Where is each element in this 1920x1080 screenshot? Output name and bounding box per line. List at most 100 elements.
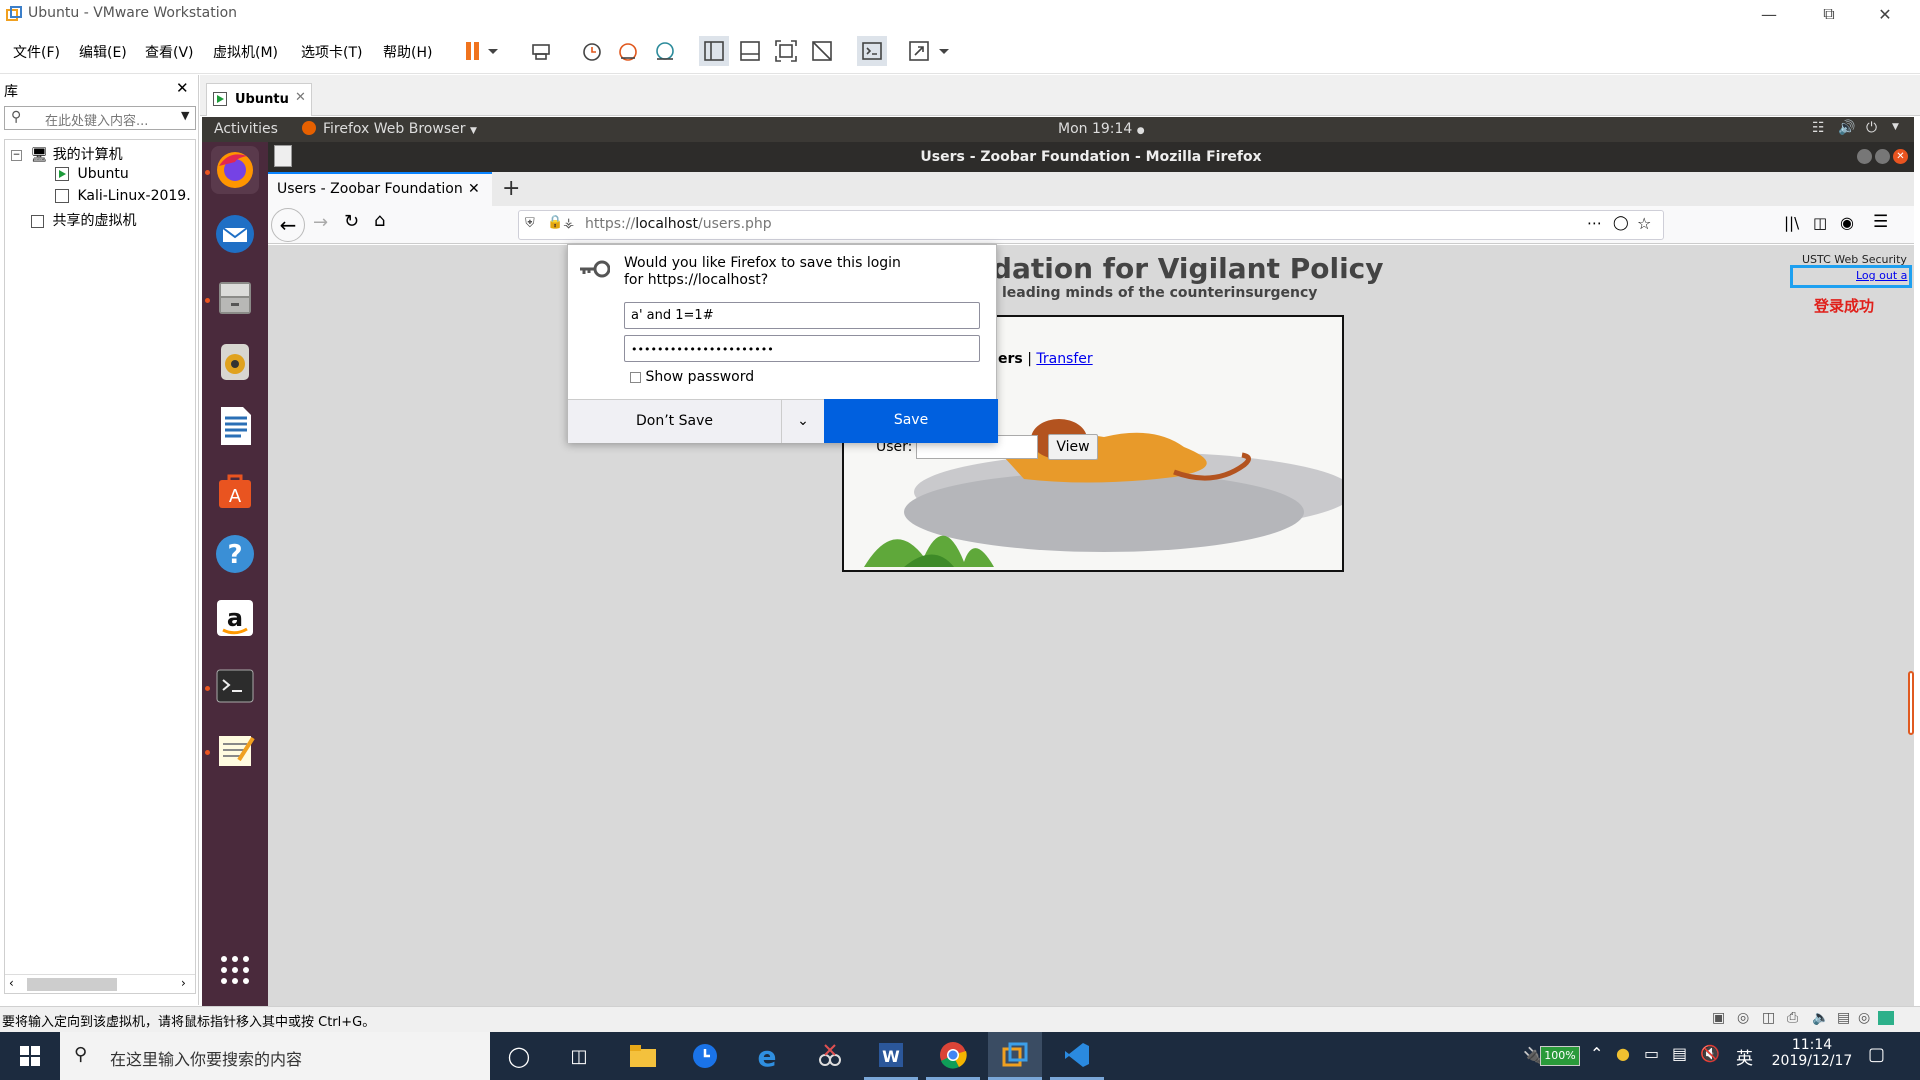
- reload-icon[interactable]: ↻: [344, 211, 359, 232]
- dont-save-button[interactable]: Don’t Save: [568, 399, 781, 443]
- library-view-icon[interactable]: [699, 36, 729, 66]
- nav-users-link[interactable]: ers: [998, 351, 1023, 367]
- page-scroll-indicator[interactable]: [1908, 671, 1914, 735]
- volume-icon[interactable]: 🔊: [1838, 120, 1855, 136]
- clock-app-icon[interactable]: [678, 1032, 732, 1080]
- usb-icon[interactable]: ◎: [1858, 1010, 1870, 1026]
- power-icon[interactable]: ⏻: [1866, 120, 1877, 136]
- writer-icon[interactable]: [211, 402, 259, 450]
- terminal-icon[interactable]: [211, 662, 259, 710]
- snipping-tool-icon[interactable]: [802, 1032, 856, 1080]
- sound-card-icon[interactable]: 🔈: [1812, 1010, 1829, 1026]
- tab-close-icon[interactable]: ✕: [468, 181, 480, 197]
- tab-ubuntu[interactable]: Ubuntu ✕: [206, 83, 312, 116]
- dropdown-arrow-icon[interactable]: ▼: [181, 109, 189, 122]
- fullscreen-icon[interactable]: [771, 36, 801, 66]
- collapse-icon[interactable]: −: [11, 149, 22, 161]
- view-button[interactable]: View: [1048, 434, 1098, 460]
- forward-icon[interactable]: →: [313, 212, 328, 233]
- scroll-left-icon[interactable]: ‹: [9, 976, 14, 990]
- stretch-guest-icon[interactable]: [905, 36, 955, 66]
- back-icon[interactable]: ←: [271, 208, 305, 242]
- hdd-icon[interactable]: ▣: [1712, 1010, 1725, 1026]
- save-button[interactable]: Save: [824, 399, 998, 443]
- lock-icon[interactable]: 🔒: [547, 215, 563, 230]
- show-password-checkbox[interactable]: [630, 371, 641, 383]
- system-menu-arrow-icon[interactable]: ▼: [1892, 122, 1899, 132]
- vmware-taskbar-icon[interactable]: [988, 1032, 1042, 1080]
- sidebar-icon[interactable]: ◫: [1813, 214, 1827, 232]
- ime-indicator[interactable]: 英: [1736, 1044, 1753, 1069]
- send-ctrl-alt-del-icon[interactable]: [526, 36, 556, 66]
- app-menu[interactable]: Firefox Web Browser ▼: [323, 121, 477, 137]
- tab-close-icon[interactable]: ✕: [295, 90, 306, 105]
- bookmark-star-icon[interactable]: ☆: [1637, 214, 1651, 233]
- text-editor-icon[interactable]: [211, 726, 259, 774]
- firefox-icon[interactable]: [211, 146, 259, 194]
- nav-transfer-link[interactable]: Transfer: [1036, 351, 1092, 367]
- url-text[interactable]: https://localhost/users.php: [585, 216, 772, 232]
- tree-item-kali[interactable]: Kali-Linux-2019.: [55, 188, 191, 204]
- menu-file[interactable]: 文件(F): [13, 42, 60, 62]
- printer-icon[interactable]: ⎙: [1787, 1010, 1798, 1026]
- word-icon[interactable]: W: [864, 1032, 918, 1080]
- unity-mode-icon[interactable]: [807, 36, 837, 66]
- snapshot-icon[interactable]: [576, 36, 606, 66]
- menu-help[interactable]: 帮助(H): [383, 42, 432, 62]
- horizontal-scrollbar[interactable]: ‹ ›: [5, 974, 195, 993]
- thumbnail-view-icon[interactable]: [735, 36, 765, 66]
- hamburger-menu-icon[interactable]: ☰: [1873, 212, 1888, 232]
- snapshot-manager-icon[interactable]: [650, 36, 680, 66]
- thunderbird-icon[interactable]: [211, 210, 259, 258]
- more-options-chevron-icon[interactable]: ⌄: [781, 399, 824, 443]
- network-tray-icon[interactable]: ▤: [1672, 1044, 1687, 1063]
- page-actions-icon[interactable]: ⋯: [1587, 214, 1602, 232]
- rhythmbox-icon[interactable]: [211, 338, 259, 386]
- vscode-icon[interactable]: [1050, 1032, 1104, 1080]
- scroll-thumb[interactable]: [27, 978, 117, 991]
- ff-minimize-icon[interactable]: [1857, 149, 1872, 164]
- restore-icon[interactable]: ⧉: [1806, 0, 1852, 28]
- battery-tray-icon[interactable]: ▭: [1644, 1044, 1659, 1063]
- display-icon[interactable]: ▤: [1837, 1010, 1850, 1026]
- logout-link[interactable]: Log out a: [1856, 269, 1907, 282]
- ff-close-icon[interactable]: ✕: [1893, 149, 1908, 164]
- battery-indicator[interactable]: 100%: [1540, 1046, 1580, 1066]
- task-view-icon[interactable]: ◫: [552, 1032, 606, 1080]
- activities-button[interactable]: Activities: [214, 121, 278, 137]
- clock[interactable]: Mon 19:14 ●: [1058, 121, 1145, 137]
- revert-snapshot-icon[interactable]: [613, 36, 643, 66]
- scroll-right-icon[interactable]: ›: [181, 976, 186, 990]
- menu-edit[interactable]: 编辑(E): [79, 42, 127, 62]
- action-center-icon[interactable]: ▢: [1868, 1044, 1885, 1065]
- menu-view[interactable]: 查看(V): [145, 42, 194, 62]
- close-icon[interactable]: ✕: [1862, 0, 1908, 28]
- cortana-icon[interactable]: ◯: [492, 1032, 546, 1080]
- tab-users-zoobar[interactable]: Users - Zoobar Foundation ✕: [268, 172, 492, 206]
- show-password-toggle[interactable]: Show password: [630, 369, 754, 385]
- taskbar-clock[interactable]: 11:14 2019/12/17: [1762, 1037, 1862, 1069]
- volume-tray-icon[interactable]: 🔇: [1700, 1044, 1720, 1063]
- pocket-icon[interactable]: ◯: [1613, 215, 1629, 231]
- tray-app-icon[interactable]: ●: [1616, 1044, 1630, 1063]
- tracking-shield-icon[interactable]: ⛨: [525, 216, 535, 231]
- menu-vm[interactable]: 虚拟机(M): [213, 42, 278, 62]
- save-username-field[interactable]: a' and 1=1#: [624, 302, 980, 329]
- tree-item-ubuntu[interactable]: Ubuntu: [55, 166, 129, 182]
- files-icon[interactable]: [211, 274, 259, 322]
- amazon-icon[interactable]: a: [211, 594, 259, 642]
- chrome-icon[interactable]: [926, 1032, 980, 1080]
- console-view-icon[interactable]: [857, 36, 887, 66]
- account-icon[interactable]: ◉: [1840, 213, 1854, 232]
- pause-icon[interactable]: [460, 36, 504, 66]
- url-bar[interactable]: ⛨ 🔒 ⚶ https://localhost/users.php ⋯ ◯ ☆: [518, 210, 1664, 240]
- library-close-icon[interactable]: ✕: [176, 79, 189, 97]
- message-log-icon[interactable]: [1878, 1011, 1894, 1025]
- new-tab-icon[interactable]: +: [502, 176, 520, 201]
- show-hidden-icons-icon[interactable]: ⌃: [1590, 1044, 1603, 1063]
- network-adapter-icon[interactable]: ◫: [1762, 1010, 1775, 1026]
- cd-icon[interactable]: ◎: [1737, 1010, 1749, 1026]
- windows-start-icon[interactable]: [2, 1032, 58, 1080]
- save-password-field[interactable]: ••••••••••••••••••••••: [624, 335, 980, 362]
- library-search-input[interactable]: ⚲ 在此处键入内容... ▼: [4, 106, 196, 130]
